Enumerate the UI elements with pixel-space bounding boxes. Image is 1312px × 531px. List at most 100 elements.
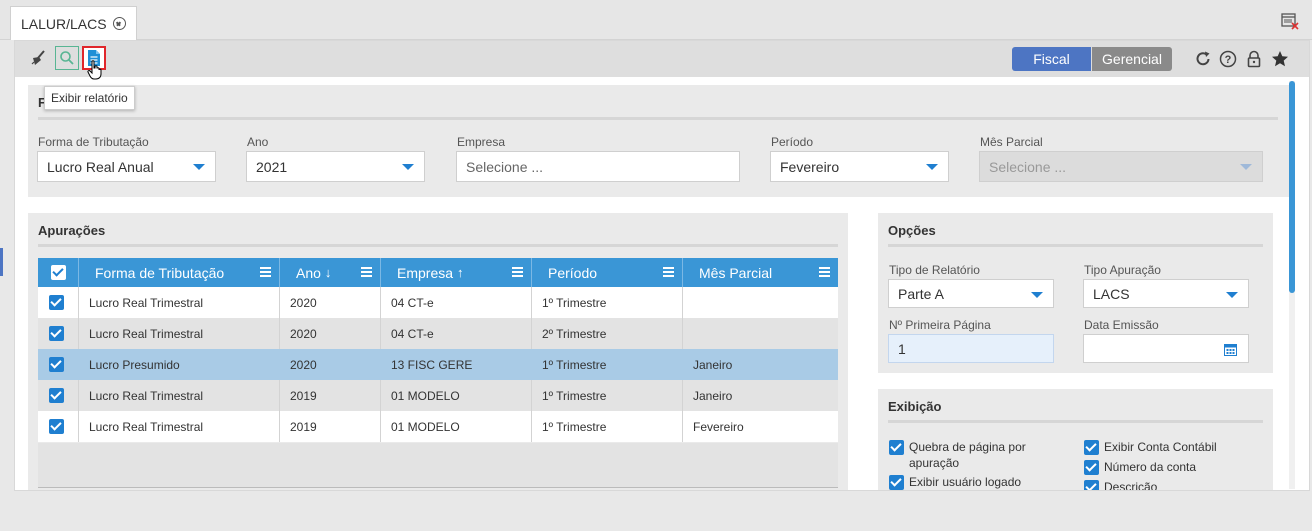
star-icon[interactable]	[1271, 50, 1289, 68]
tab-label: LALUR/LACS	[21, 15, 107, 32]
sort-up-icon: ↑	[457, 265, 464, 280]
cell-ano: 2019	[279, 380, 380, 411]
col-label: Ano	[296, 264, 321, 281]
cell-empresa: 13 FISC GERE	[380, 349, 531, 380]
calendar-icon[interactable]	[1224, 343, 1237, 356]
numero-conta-label: Número da conta	[1104, 460, 1197, 474]
filter-section: F Forma de Tributação Lucro Real Anual A…	[28, 85, 1290, 197]
cell-forma: Lucro Real Trimestral	[78, 411, 279, 442]
descricao-label: Descrição	[1104, 480, 1158, 491]
cell-periodo: 1º Trimestre	[531, 380, 682, 411]
tipo-relatorio-value: Parte A	[898, 285, 944, 302]
tooltip: Exibir relatório	[44, 86, 135, 110]
tab-lalur-lacs[interactable]: LALUR/LACS	[10, 6, 137, 40]
table-row[interactable]: Lucro Real Trimestral 2019 01 MODELO 1º …	[38, 411, 838, 442]
refresh-icon[interactable]	[1194, 50, 1212, 68]
tipo-apuracao-select[interactable]: LACS	[1083, 279, 1249, 308]
row-checkbox[interactable]	[49, 326, 64, 341]
table-row[interactable]: Lucro Real Trimestral 2019 01 MODELO 1º …	[38, 380, 838, 411]
descricao-checkbox[interactable]	[1084, 480, 1099, 490]
close-circle-icon[interactable]	[112, 17, 126, 30]
forma-tributacao-select[interactable]: Lucro Real Anual	[37, 151, 216, 182]
gerencial-toggle[interactable]: Gerencial	[1092, 47, 1172, 71]
row-checkbox[interactable]	[49, 295, 64, 310]
column-menu-icon[interactable]	[819, 267, 830, 277]
chevron-down-icon	[926, 164, 938, 170]
search-button[interactable]	[55, 46, 79, 70]
help-icon[interactable]: ?	[1219, 50, 1237, 68]
numero-conta-checkbox[interactable]	[1084, 460, 1099, 475]
mes-parcial-label: Mês Parcial	[980, 135, 1043, 149]
table-row[interactable]: Lucro Real Trimestral 2020 04 CT-e 2º Tr…	[38, 318, 838, 349]
clear-button[interactable]	[27, 46, 51, 70]
column-menu-icon[interactable]	[663, 267, 674, 277]
usuario-logado-checkbox[interactable]	[889, 475, 904, 490]
conta-contabil-label: Exibir Conta Contábil	[1104, 440, 1217, 454]
cell-mes: Janeiro	[682, 349, 838, 380]
empresa-input[interactable]: Selecione ...	[456, 151, 740, 182]
cell-periodo: 1º Trimestre	[531, 287, 682, 318]
periodo-select[interactable]: Fevereiro	[770, 151, 949, 182]
cell-mes: Janeiro	[682, 380, 838, 411]
data-emissao-label: Data Emissão	[1084, 318, 1159, 332]
forma-tributacao-value: Lucro Real Anual	[47, 158, 154, 175]
cell-periodo: 1º Trimestre	[531, 411, 682, 442]
column-menu-icon[interactable]	[512, 267, 523, 277]
cell-ano: 2020	[279, 349, 380, 380]
close-window-icon[interactable]	[1280, 11, 1300, 31]
col-mes-parcial[interactable]: Mês Parcial	[682, 258, 838, 287]
row-checkbox[interactable]	[49, 419, 64, 434]
quebra-pagina-label: Quebra de página por apuração	[909, 440, 1026, 470]
column-menu-icon[interactable]	[361, 267, 372, 277]
col-label: Empresa	[397, 264, 454, 281]
col-ano[interactable]: Ano ↓	[279, 258, 380, 287]
toolbar: Fiscal Gerencial ?	[15, 41, 1309, 80]
divider	[888, 244, 1263, 247]
tipo-relatorio-label: Tipo de Relatório	[889, 263, 980, 277]
quebra-pagina-checkbox[interactable]	[889, 440, 904, 455]
row-checkbox[interactable]	[49, 357, 64, 372]
search-icon	[60, 51, 74, 65]
col-empresa[interactable]: Empresa ↑	[380, 258, 531, 287]
cell-ano: 2019	[279, 411, 380, 442]
divider	[888, 420, 1263, 423]
primeira-pagina-label: Nº Primeira Página	[889, 318, 991, 332]
apuracoes-section: Apurações Forma de Tributação Ano ↓ Empr…	[28, 213, 848, 490]
broom-icon	[31, 50, 45, 65]
cell-empresa: 01 MODELO	[380, 411, 531, 442]
select-all-checkbox[interactable]	[50, 265, 66, 280]
tipo-apuracao-label: Tipo Apuração	[1084, 263, 1161, 277]
cell-ano: 2020	[279, 287, 380, 318]
svg-text:?: ?	[1225, 54, 1232, 66]
col-periodo[interactable]: Período	[531, 258, 682, 287]
usuario-logado-label: Exibir usuário logado	[909, 475, 1022, 489]
table-row-selected[interactable]: Lucro Presumido 2020 13 FISC GERE 1º Tri…	[38, 349, 838, 380]
grid-empty-area	[38, 443, 838, 488]
primeira-pagina-input[interactable]: 1	[888, 334, 1054, 363]
data-emissao-input[interactable]	[1083, 334, 1249, 363]
cell-mes: Fevereiro	[682, 411, 838, 442]
tipo-apuracao-value: LACS	[1093, 285, 1130, 302]
cell-forma: Lucro Presumido	[78, 349, 279, 380]
tipo-relatorio-select[interactable]: Parte A	[888, 279, 1054, 308]
fiscal-toggle[interactable]: Fiscal	[1012, 47, 1091, 71]
select-all-cell	[38, 258, 78, 287]
chevron-down-icon	[193, 164, 205, 170]
exibicao-section: Exibição Quebra de página por apuração E…	[878, 389, 1273, 491]
primeira-pagina-value: 1	[898, 340, 906, 357]
chevron-down-icon	[1226, 292, 1238, 298]
col-forma-tributacao[interactable]: Forma de Tributação	[78, 258, 279, 287]
column-menu-icon[interactable]	[260, 267, 271, 277]
lock-icon[interactable]	[1245, 50, 1263, 68]
exibicao-title: Exibição	[888, 399, 942, 414]
cell-forma: Lucro Real Trimestral	[78, 287, 279, 318]
table-row[interactable]: Lucro Real Trimestral 2020 04 CT-e 1º Tr…	[38, 287, 838, 318]
row-checkbox[interactable]	[49, 388, 64, 403]
scrollbar-thumb[interactable]	[1289, 81, 1295, 293]
ano-value: 2021	[256, 158, 288, 175]
conta-contabil-checkbox[interactable]	[1084, 440, 1099, 455]
cell-mes	[682, 287, 838, 318]
sort-down-icon: ↓	[324, 265, 332, 280]
ano-select[interactable]: 2021	[246, 151, 425, 182]
cell-empresa: 04 CT-e	[380, 318, 531, 349]
